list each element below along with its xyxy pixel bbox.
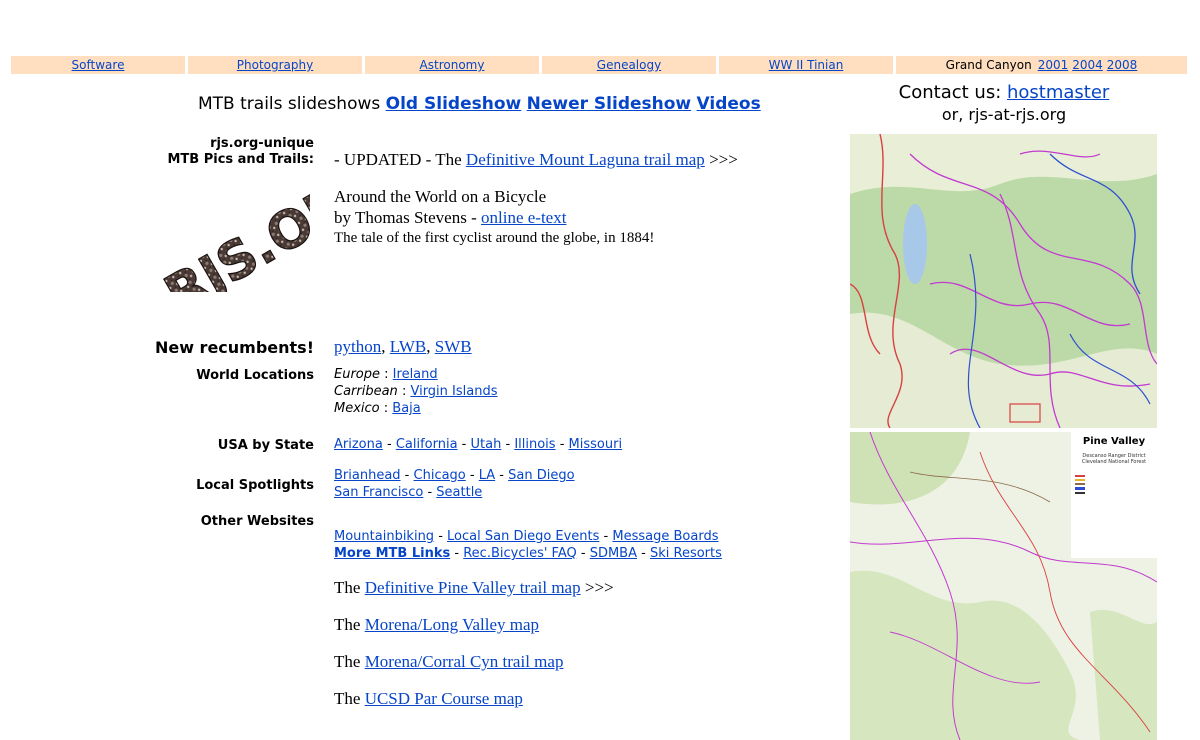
pine-valley-map-image[interactable]: Pine Valley Descanso Ranger District Cle…: [850, 432, 1157, 740]
message-boards-link[interactable]: Message Boards: [612, 529, 718, 544]
baja-link[interactable]: Baja: [392, 401, 420, 416]
morena-corral-link[interactable]: Morena/Corral Cyn trail map: [365, 652, 564, 671]
nav-link-tinian[interactable]: WW II Tinian: [769, 58, 844, 72]
nav-link-software[interactable]: Software: [72, 58, 125, 72]
missouri-link[interactable]: Missouri: [569, 437, 623, 452]
label-unique-line1: rjs.org-unique: [210, 136, 314, 151]
contact-email-alt: or, rjs-at-rjs.org: [941, 105, 1067, 124]
more-mtb-links-link[interactable]: More MTB Links: [334, 546, 450, 561]
world-location-mexico: Mexico : Baja: [334, 401, 421, 416]
ireland-link[interactable]: Ireland: [393, 367, 438, 382]
nav-link-astronomy[interactable]: Astronomy: [420, 58, 485, 72]
laguna-line: - UPDATED - The Definitive Mount Laguna …: [334, 150, 738, 170]
svg-text:RJS.ORG: RJS.ORG: [155, 172, 310, 292]
updated-prefix: - UPDATED -: [334, 150, 432, 169]
websites-row2: More MTB Links - Rec.Bicycles' FAQ - SDM…: [334, 546, 722, 561]
online-etext-link[interactable]: online e-text: [481, 208, 566, 227]
seattle-link[interactable]: Seattle: [436, 485, 482, 500]
nav-cell-astronomy: Astronomy: [365, 56, 539, 74]
ucsd-par-course-line: The UCSD Par Course map: [334, 689, 523, 709]
sdmba-link[interactable]: SDMBA: [590, 546, 637, 561]
legend-sub2: Cleveland National Forest: [1081, 459, 1147, 465]
pine-valley-map-link[interactable]: Definitive Pine Valley trail map: [365, 578, 581, 597]
rjs-logo-icon: RJS.ORG: [155, 172, 310, 292]
region-mexico: Mexico: [334, 401, 380, 416]
top-nav-bar: Software Photography Astronomy Genealogy…: [11, 56, 1189, 74]
label-unique-line2: MTB Pics and Trails:: [167, 152, 314, 167]
virgin-islands-link[interactable]: Virgin Islands: [410, 384, 497, 399]
grand-canyon-2008-link[interactable]: 2008: [1107, 58, 1138, 72]
morena-long-the: The: [334, 615, 361, 634]
california-link[interactable]: California: [396, 437, 458, 452]
utah-link[interactable]: Utah: [471, 437, 502, 452]
local-sd-events-link[interactable]: Local San Diego Events: [447, 529, 599, 544]
region-carribean: Carribean: [334, 384, 398, 399]
swb-link[interactable]: SWB: [435, 337, 472, 356]
arizona-link[interactable]: Arizona: [334, 437, 383, 452]
bicycle-author: by Thomas Stevens -: [334, 208, 477, 227]
san-francisco-link[interactable]: San Francisco: [334, 485, 423, 500]
old-slideshow-link[interactable]: Old Slideshow: [386, 94, 522, 114]
region-europe: Europe: [334, 367, 381, 382]
morena-corral-line: The Morena/Corral Cyn trail map: [334, 652, 563, 672]
spotlights-row1: Brianhead - Chicago - LA - San Diego: [334, 468, 575, 483]
recumbents-links: python, LWB, SWB: [334, 337, 472, 356]
morena-corral-the: The: [334, 652, 361, 671]
world-location-europe: Europe : Ireland: [334, 367, 438, 382]
usa-states-links: Arizona - California - Utah - Illinois -…: [334, 437, 623, 452]
slideshow-prefix: MTB trails slideshows: [198, 94, 381, 114]
bicycle-title: Around the World on a Bicycle: [334, 187, 547, 206]
hostmaster-link[interactable]: hostmaster: [1007, 82, 1109, 103]
world-location-carribean: Carribean : Virgin Islands: [334, 384, 498, 399]
laguna-the: The: [435, 150, 462, 169]
nav-cell-software: Software: [11, 56, 185, 74]
pine-valley-the: The: [334, 578, 361, 597]
pine-valley-line: The Definitive Pine Valley trail map >>>: [334, 578, 614, 598]
laguna-trail-map-link[interactable]: Definitive Mount Laguna trail map: [466, 150, 705, 169]
label-usa-by-state: USA by State: [217, 438, 314, 453]
nav-cell-photography: Photography: [188, 56, 362, 74]
pine-valley-suffix: >>>: [584, 578, 614, 597]
ucsd-par-course-link[interactable]: UCSD Par Course map: [365, 689, 523, 708]
laguna-map-image[interactable]: [850, 134, 1157, 428]
lwb-link[interactable]: LWB: [390, 337, 427, 356]
python-link[interactable]: python: [334, 337, 381, 356]
bicycle-author-line: by Thomas Stevens - online e-text: [334, 208, 566, 228]
rec-bicycles-faq-link[interactable]: Rec.Bicycles' FAQ: [463, 546, 577, 561]
label-new-recumbents: New recumbents!: [154, 338, 314, 357]
illinois-link[interactable]: Illinois: [514, 437, 555, 452]
grand-canyon-2004-link[interactable]: 2004: [1072, 58, 1103, 72]
pine-valley-legend: Pine Valley Descanso Ranger District Cle…: [1071, 432, 1157, 558]
nav-cell-tinian: WW II Tinian: [719, 56, 893, 74]
label-world-locations: World Locations: [196, 368, 314, 383]
nav-cell-grand-canyon: Grand Canyon 2001 2004 2008: [896, 56, 1187, 74]
morena-long-valley-line: The Morena/Long Valley map: [334, 615, 539, 635]
nav-cell-genealogy: Genealogy: [542, 56, 716, 74]
la-link[interactable]: LA: [479, 468, 495, 483]
ski-resorts-link[interactable]: Ski Resorts: [650, 546, 722, 561]
spotlights-row2: San Francisco - Seattle: [334, 485, 483, 500]
grand-canyon-label: Grand Canyon: [945, 58, 1032, 72]
ucsd-the: The: [334, 689, 361, 708]
label-other-websites: Other Websites: [200, 514, 314, 529]
nav-link-photography[interactable]: Photography: [237, 58, 313, 72]
mountainbiking-link[interactable]: Mountainbiking: [334, 529, 434, 544]
morena-long-valley-link[interactable]: Morena/Long Valley map: [365, 615, 539, 634]
websites-row1: Mountainbiking - Local San Diego Events …: [334, 529, 719, 544]
contact-block: Contact us: hostmaster or, rjs-at-rjs.or…: [850, 82, 1158, 124]
chicago-link[interactable]: Chicago: [414, 468, 466, 483]
videos-link[interactable]: Videos: [697, 94, 761, 114]
contact-prefix: Contact us:: [898, 82, 1002, 103]
label-local-spotlights: Local Spotlights: [196, 478, 314, 493]
grand-canyon-2001-link[interactable]: 2001: [1038, 58, 1069, 72]
nav-link-genealogy[interactable]: Genealogy: [597, 58, 661, 72]
slideshow-row: MTB trails slideshows Old Slideshow Newe…: [198, 94, 761, 114]
san-diego-link[interactable]: San Diego: [508, 468, 574, 483]
newer-slideshow-link[interactable]: Newer Slideshow: [527, 94, 692, 114]
brianhead-link[interactable]: Brianhead: [334, 468, 401, 483]
legend-title: Pine Valley: [1082, 436, 1146, 447]
bicycle-tagline: The tale of the first cyclist around the…: [334, 230, 655, 246]
laguna-suffix: >>>: [709, 150, 738, 169]
